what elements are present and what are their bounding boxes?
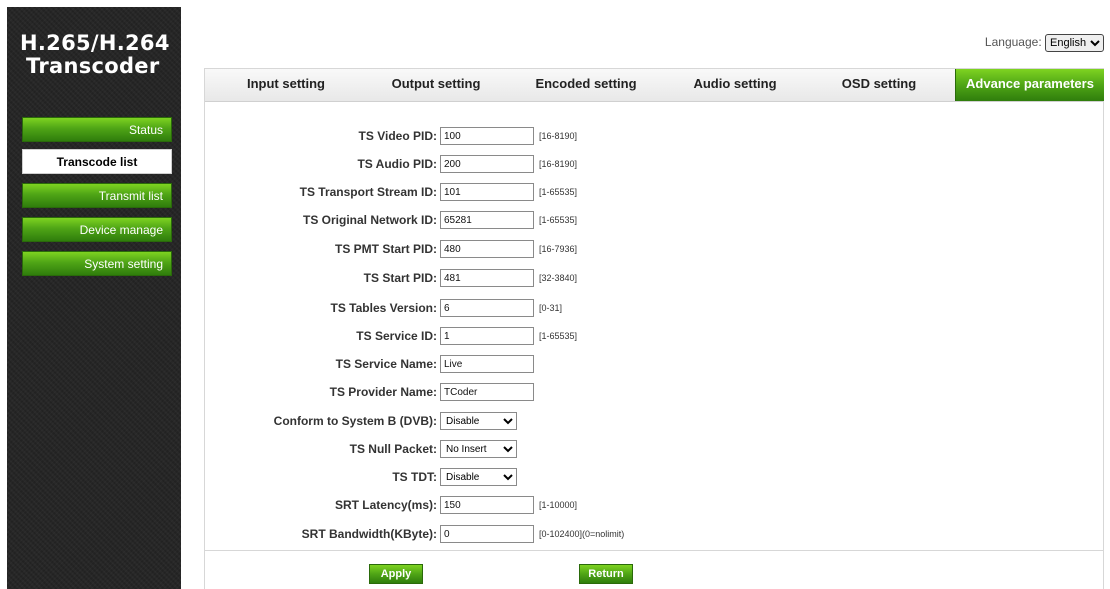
ts-original-network-id-label: TS Original Network ID:: [302, 213, 437, 227]
language-label: Language:: [984, 35, 1042, 49]
tab-bar: Input setting Output setting Encoded set…: [205, 69, 1104, 102]
ts-audio-pid-label: TS Audio PID:: [357, 157, 437, 171]
logo-line-2: Transcoder: [26, 54, 160, 78]
ts-service-name-label: TS Service Name:: [335, 357, 437, 371]
srt-latency-label: SRT Latency(ms):: [334, 498, 437, 512]
ts-pmt-start-pid-range: [16-7936]: [539, 244, 578, 254]
sidebar: [7, 7, 181, 589]
logo-line-1: H.265/H.264: [20, 31, 170, 55]
ts-video-pid-range: [16-8190]: [539, 131, 578, 141]
form-row-ts-pmt-start-pid: TS PMT Start PID: [16-7936]: [205, 240, 1103, 258]
form-row-srt-latency: SRT Latency(ms): [1-10000]: [205, 496, 1103, 514]
srt-latency-range: [1-10000]: [539, 500, 578, 510]
ts-service-id-label: TS Service ID:: [356, 329, 437, 343]
ts-start-pid-range: [32-3840]: [539, 273, 578, 283]
sidebar-item-system-setting[interactable]: System setting: [22, 251, 172, 276]
conform-system-b-label: Conform to System B (DVB):: [273, 414, 437, 428]
srt-bandwidth-range: [0-102400](0=nolimit): [539, 529, 625, 539]
sidebar-item-device-manage[interactable]: Device manage: [22, 217, 172, 242]
conform-system-b-select[interactable]: Disable: [440, 412, 517, 430]
ts-audio-pid-range: [16-8190]: [539, 159, 578, 169]
form-row-ts-tables-version: TS Tables Version: [0-31]: [205, 299, 1103, 317]
form-row-ts-original-network-id: TS Original Network ID: [1-65535]: [205, 211, 1103, 229]
ts-start-pid-label: TS Start PID:: [363, 271, 437, 285]
form-row-ts-null-packet: TS Null Packet: No Insert: [205, 440, 1103, 458]
tab-input-setting[interactable]: Input setting: [205, 69, 367, 101]
ts-original-network-id-input[interactable]: [440, 211, 534, 229]
ts-service-id-range: [1-65535]: [539, 331, 578, 341]
tab-encoded-setting[interactable]: Encoded setting: [505, 69, 667, 101]
ts-tdt-select[interactable]: Disable: [440, 468, 517, 486]
tab-audio-setting[interactable]: Audio setting: [667, 69, 803, 101]
form-row-ts-start-pid: TS Start PID: [32-3840]: [205, 269, 1103, 287]
ts-audio-pid-input[interactable]: [440, 155, 534, 173]
form-row-ts-provider-name: TS Provider Name:: [205, 383, 1103, 401]
ts-transport-stream-id-label: TS Transport Stream ID:: [299, 185, 437, 199]
tab-output-setting[interactable]: Output setting: [367, 69, 505, 101]
language-select[interactable]: English: [1045, 34, 1104, 52]
ts-provider-name-label: TS Provider Name:: [329, 385, 437, 399]
ts-start-pid-input[interactable]: [440, 269, 534, 287]
settings-panel: Input setting Output setting Encoded set…: [204, 68, 1104, 589]
ts-tables-version-range: [0-31]: [539, 303, 563, 313]
form-row-conform-system-b: Conform to System B (DVB): Disable: [205, 412, 1103, 430]
sidebar-item-transcode-list[interactable]: Transcode list: [22, 149, 172, 174]
ts-pmt-start-pid-label: TS PMT Start PID:: [334, 242, 437, 256]
form-row-ts-service-id: TS Service ID: [1-65535]: [205, 327, 1103, 345]
ts-provider-name-input[interactable]: [440, 383, 534, 401]
srt-bandwidth-label: SRT Bandwidth(KByte):: [301, 527, 437, 541]
form-row-ts-transport-stream-id: TS Transport Stream ID: [1-65535]: [205, 183, 1103, 201]
srt-latency-input[interactable]: [440, 496, 534, 514]
language-selector: Language: English: [985, 34, 1104, 52]
ts-original-network-id-range: [1-65535]: [539, 215, 578, 225]
apply-button[interactable]: Apply: [369, 564, 423, 584]
ts-null-packet-select[interactable]: No Insert: [440, 440, 517, 458]
sidebar-item-transmit-list[interactable]: Transmit list: [22, 183, 172, 208]
form-row-ts-audio-pid: TS Audio PID: [16-8190]: [205, 155, 1103, 173]
ts-service-id-input[interactable]: [440, 327, 534, 345]
ts-transport-stream-id-range: [1-65535]: [539, 187, 578, 197]
ts-video-pid-input[interactable]: [440, 127, 534, 145]
ts-video-pid-label: TS Video PID:: [358, 129, 437, 143]
ts-tables-version-label: TS Tables Version:: [330, 301, 437, 315]
form-row-ts-tdt: TS TDT: Disable: [205, 468, 1103, 486]
product-logo: H.265/H.264 Transcoder: [20, 32, 180, 78]
ts-tables-version-input[interactable]: [440, 299, 534, 317]
tab-advance-parameters[interactable]: Advance parameters: [955, 69, 1104, 101]
tab-osd-setting[interactable]: OSD setting: [803, 69, 955, 101]
form-row-ts-service-name: TS Service Name:: [205, 355, 1103, 373]
form-divider: [205, 550, 1103, 551]
return-button[interactable]: Return: [579, 564, 633, 584]
srt-bandwidth-input[interactable]: [440, 525, 534, 543]
form-row-srt-bandwidth: SRT Bandwidth(KByte): [0-102400](0=nolim…: [205, 525, 1103, 543]
ts-transport-stream-id-input[interactable]: [440, 183, 534, 201]
ts-service-name-input[interactable]: [440, 355, 534, 373]
sidebar-item-status[interactable]: Status: [22, 117, 172, 142]
ts-tdt-label: TS TDT:: [392, 470, 437, 484]
form-row-ts-video-pid: TS Video PID: [16-8190]: [205, 127, 1103, 145]
ts-pmt-start-pid-input[interactable]: [440, 240, 534, 258]
ts-null-packet-label: TS Null Packet:: [349, 442, 437, 456]
